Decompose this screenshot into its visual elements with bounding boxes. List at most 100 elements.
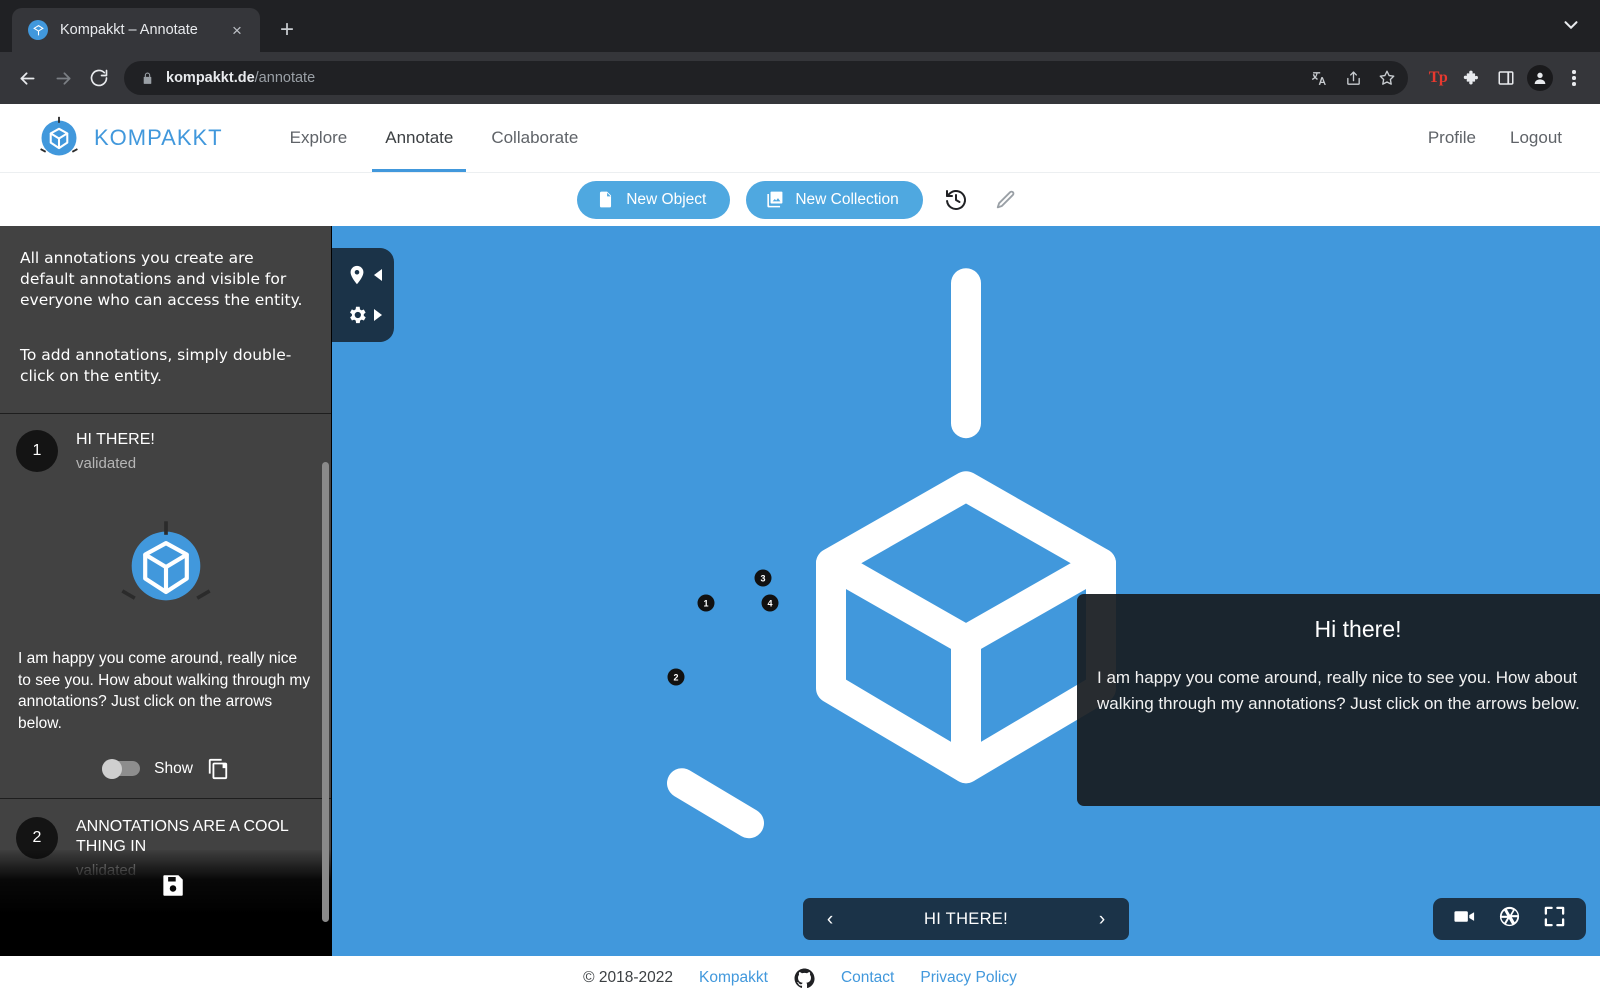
map-pin-icon [350, 265, 364, 285]
forward-arrow-icon[interactable] [46, 61, 80, 95]
pencil-icon[interactable] [989, 183, 1023, 217]
intro-paragraph-1: All annotations you create are default a… [20, 249, 303, 310]
annotation-marker-2[interactable]: 2 [667, 668, 685, 686]
expand-right-arrow-icon[interactable] [374, 309, 382, 321]
profile-link[interactable]: Profile [1428, 128, 1476, 148]
annotation-header: 1 HI THERE! validated [0, 414, 331, 486]
annotation-body: I am happy you come around, really nice … [0, 486, 331, 798]
close-icon[interactable]: × [226, 19, 248, 41]
translate-icon[interactable] [1304, 63, 1334, 93]
browser-tab[interactable]: Kompakkt – Annotate × [12, 8, 260, 52]
collapse-left-arrow-icon[interactable] [374, 269, 382, 281]
show-toggle-label: Show [154, 759, 193, 777]
annotation-number-badge: 2 [16, 816, 58, 859]
annotation-marker-1[interactable]: 1 [697, 594, 715, 612]
url-path: /annotate [254, 70, 316, 86]
chrome-menu-icon[interactable] [1558, 62, 1590, 94]
browser-toolbar: kompakkt.de/annotate Tp [0, 52, 1600, 104]
site-header: KOMPAKKT Explore Annotate Collaborate Pr… [0, 104, 1600, 172]
annotation-pin-tool[interactable] [338, 258, 386, 292]
settings-tool[interactable] [338, 298, 386, 332]
record-video-button[interactable] [1453, 905, 1476, 933]
site-footer: © 2018-2022 Kompakkt Contact Privacy Pol… [0, 956, 1600, 1000]
omnibox-actions [1304, 63, 1402, 93]
show-toggle[interactable] [102, 758, 141, 779]
nav-item-annotate[interactable]: Annotate [366, 104, 472, 172]
sidebar-scrollbar[interactable] [322, 462, 329, 922]
popup-title: Hi there! [1314, 616, 1402, 642]
annotation-sidebar: All annotations you create are default a… [0, 226, 332, 956]
main-navigation: Explore Annotate Collaborate [271, 104, 598, 172]
new-tab-button[interactable]: + [270, 13, 304, 47]
kompakkt-logo-icon [36, 115, 82, 161]
new-collection-label: New Collection [795, 190, 899, 208]
intro-paragraph-2: To add annotations, simply double-click … [20, 346, 292, 386]
fullscreen-button[interactable] [1543, 905, 1566, 933]
viewer-side-tools [332, 248, 394, 342]
next-annotation-button[interactable]: › [1091, 910, 1113, 929]
annotation-number-badge: 1 [16, 430, 58, 473]
annotation-status: validated [76, 455, 137, 473]
footer-contact-link[interactable]: Contact [841, 969, 894, 987]
browser-window: Kompakkt – Annotate × + kompakkt.de/anno… [0, 0, 1600, 1000]
user-navigation: Profile Logout [1428, 128, 1562, 148]
star-icon[interactable] [1372, 63, 1402, 93]
images-icon [767, 191, 783, 208]
reload-icon[interactable] [82, 61, 116, 95]
logout-link[interactable]: Logout [1510, 128, 1562, 148]
brand-wordmark: KOMPAKKT [94, 125, 223, 150]
annotation-thumbnail [18, 492, 313, 636]
chevron-down-icon[interactable] [1560, 14, 1582, 36]
annotation-title: HI THERE! [76, 431, 155, 449]
annotation-popup: Hi there! I am happy you come around, re… [1077, 594, 1600, 806]
model-viewer[interactable]: 1 2 3 4 Hi there! I am happy you come ar… [332, 226, 1600, 956]
sidebar-intro: All annotations you create are default a… [0, 226, 331, 413]
github-icon[interactable] [794, 967, 815, 989]
viewer-row: All annotations you create are default a… [0, 226, 1600, 956]
history-icon[interactable] [939, 183, 973, 217]
extension-icons: Tp [1418, 62, 1590, 94]
annotation-status: validated [76, 861, 137, 879]
action-bar: New Object New Collection [0, 172, 1600, 226]
new-collection-button[interactable]: New Collection [746, 180, 923, 219]
viewer-controls [1433, 898, 1586, 940]
previous-annotation-button[interactable]: ‹ [819, 910, 841, 929]
annotation-actions: Show [18, 734, 313, 798]
nav-item-collaborate[interactable]: Collaborate [472, 104, 597, 172]
annotation-marker-4[interactable]: 4 [761, 594, 779, 612]
fullscreen-icon [1544, 906, 1565, 927]
annotation-card-1[interactable]: 1 HI THERE! validated I am happy you com… [0, 414, 331, 798]
screenshot-button[interactable] [1498, 905, 1521, 933]
popup-body: I am happy you come around, really nice … [1097, 668, 1580, 714]
share-icon[interactable] [1338, 63, 1368, 93]
extensions-puzzle-icon[interactable] [1456, 62, 1488, 94]
address-bar[interactable]: kompakkt.de/annotate [124, 61, 1408, 95]
kompakkt-logo-icon [120, 521, 211, 601]
profile-avatar-icon[interactable] [1524, 62, 1556, 94]
aperture-icon [1499, 906, 1520, 927]
annotation-marker-3[interactable]: 3 [754, 569, 772, 587]
kompakkt-cube-icon [28, 20, 48, 40]
tab-title: Kompakkt – Annotate [60, 22, 198, 38]
gear-icon [350, 306, 366, 324]
back-arrow-icon[interactable] [10, 61, 44, 95]
document-icon [600, 191, 612, 208]
tp-extension-icon[interactable]: Tp [1422, 62, 1454, 94]
video-camera-icon [1454, 911, 1475, 922]
annotation-nav-strip: ‹ HI THERE! › [803, 898, 1129, 940]
tab-strip: Kompakkt – Annotate × + [0, 0, 1600, 52]
copyright-text: © 2018-2022 [583, 969, 674, 986]
annotation-title: ANNOTATIONS ARE A COOL THING IN [76, 817, 289, 855]
save-floppy-icon[interactable] [160, 872, 186, 898]
copy-icon[interactable] [207, 758, 229, 780]
new-object-button[interactable]: New Object [577, 180, 731, 219]
nav-item-explore[interactable]: Explore [271, 104, 367, 172]
lock-icon [138, 69, 156, 87]
url-host: kompakkt.de [166, 70, 255, 86]
side-panel-icon[interactable] [1490, 62, 1522, 94]
url-text: kompakkt.de/annotate [166, 70, 1304, 86]
footer-privacy-link[interactable]: Privacy Policy [920, 969, 1016, 987]
brand[interactable]: KOMPAKKT [36, 115, 223, 161]
footer-kompakkt-link[interactable]: Kompakkt [699, 969, 768, 987]
page-content: KOMPAKKT Explore Annotate Collaborate Pr… [0, 104, 1600, 1000]
